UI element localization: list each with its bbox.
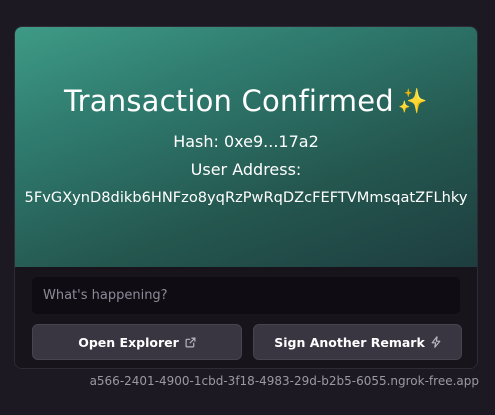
user-address-label: User Address:: [190, 160, 302, 179]
open-explorer-label: Open Explorer: [78, 334, 179, 350]
page-title: Transaction Confirmed ✨: [15, 83, 477, 119]
external-link-icon: [185, 337, 196, 348]
lightning-icon: [431, 336, 441, 348]
confirmation-banner: Transaction Confirmed ✨ Hash: 0xe9...17a2…: [15, 27, 477, 267]
open-explorer-button[interactable]: Open Explorer: [32, 324, 242, 360]
confirmation-card: Transaction Confirmed ✨ Hash: 0xe9...17a2…: [14, 26, 478, 369]
remark-input[interactable]: [32, 277, 460, 314]
title-text: Transaction Confirmed: [64, 84, 394, 118]
sparkles-icon: ✨: [397, 87, 428, 115]
tunnel-url: a566-2401-4900-1cbd-3f18-4983-29d-b2b5-6…: [89, 374, 479, 388]
action-panel: Open Explorer Sign Another Remark: [15, 267, 477, 368]
user-address-value: 5FvGXynD8dikb6HNFzo8yqRzPwRqDZcFEFTVMmsq…: [24, 189, 468, 206]
transaction-hash: Hash: 0xe9...17a2: [173, 132, 319, 151]
sign-remark-label: Sign Another Remark: [274, 334, 425, 350]
sign-another-remark-button[interactable]: Sign Another Remark: [253, 324, 462, 360]
